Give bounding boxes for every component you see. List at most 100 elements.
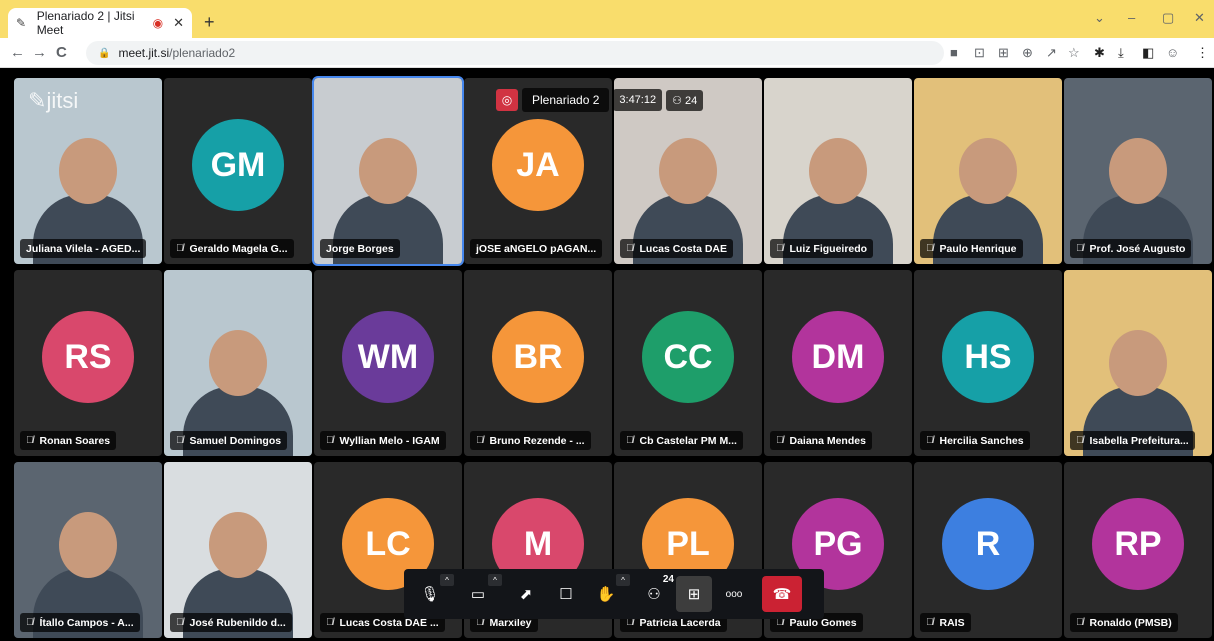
close-window-button[interactable]: ✕ [1194, 10, 1205, 26]
participant-tile[interactable]: 🎙̸ Isabella Prefeitura... [1064, 270, 1212, 456]
avatar: CC [642, 311, 734, 403]
audio-options-chevron-icon[interactable]: ^ [440, 574, 454, 586]
participant-name-label: 🎙̸ Luiz Figueiredo [770, 239, 874, 258]
camera-button[interactable]: ▭ ^ [460, 574, 502, 612]
participants-button[interactable]: ⚇ 24 [636, 574, 674, 612]
participants-icon: ⚇ [647, 586, 661, 603]
participant-tile[interactable]: R 🎙̸ RAIS [914, 462, 1062, 638]
camera-in-use-icon[interactable]: ■ [950, 45, 958, 60]
muted-mic-icon: 🎙̸ [176, 435, 184, 446]
profile-avatar-icon[interactable]: ☺ [1166, 45, 1179, 60]
tab-search-icon[interactable]: ⌄ [1094, 10, 1105, 26]
avatar: RS [42, 311, 134, 403]
muted-mic-icon: 🎙̸ [1076, 435, 1084, 446]
room-name: Plenariado 2 [522, 88, 610, 112]
new-tab-button[interactable]: + [204, 12, 215, 33]
muted-mic-icon: 🎙̸ [476, 435, 484, 446]
participant-name: Wyllian Melo - IGAM [339, 434, 440, 447]
participant-name: Ítallo Campos - A... [39, 616, 134, 629]
participant-name-label: 🎙̸ RAIS [920, 613, 971, 632]
url-domain: meet.jit.si [118, 46, 170, 60]
participant-name: Jorge Borges [326, 242, 394, 255]
participant-tile[interactable]: RP 🎙̸ Ronaldo (PMSB) [1064, 462, 1212, 638]
maximize-button[interactable]: ▢ [1162, 10, 1174, 26]
hangup-button[interactable]: ☎ [762, 576, 802, 612]
participant-tile[interactable]: RS 🎙̸ Ronan Soares [14, 270, 162, 456]
reload-button[interactable]: C [56, 44, 67, 61]
back-button[interactable]: ← [10, 44, 25, 61]
conference-info-bar: ◎ Plenariado 2 3:47:12 ⚇ 24 [496, 86, 704, 114]
extensions-icon[interactable]: ✱ [1094, 45, 1105, 61]
tab-title: Plenariado 2 | Jitsi Meet [36, 9, 135, 37]
minimize-button[interactable]: – [1128, 10, 1135, 25]
participant-tile[interactable]: DM 🎙̸ Daiana Mendes [764, 270, 912, 456]
reactions-chevron-icon[interactable]: ^ [616, 574, 630, 586]
forward-button[interactable]: → [32, 44, 47, 61]
address-bar[interactable]: 🔒 meet.jit.si/plenariado2 [86, 41, 944, 65]
participant-tile[interactable]: 🎙̸ Samuel Domingos [164, 270, 312, 456]
bookmark-star-icon[interactable]: ☆ [1068, 45, 1080, 61]
lock-icon: 🔒 [98, 47, 111, 59]
participant-name-label: 🎙̸ José Rubenildo d... [170, 613, 292, 632]
participant-tile[interactable]: 🎙̸ José Rubenildo d... [164, 462, 312, 638]
share-screen-icon: ⬈ [519, 586, 533, 603]
jitsi-favicon-icon: ✎ [16, 16, 27, 30]
avatar: DM [792, 311, 884, 403]
avatar: HS [942, 311, 1034, 403]
tile-view-button[interactable]: ⊞ [676, 576, 712, 612]
microphone-button[interactable]: 🎙 ^ [412, 574, 454, 612]
muted-mic-icon: 🎙̸ [626, 243, 634, 254]
participant-tile[interactable]: 🎙̸ Paulo Henrique [914, 78, 1062, 264]
participant-tile[interactable]: GM 🎙̸ Geraldo Magela G... [164, 78, 312, 264]
tile-view-icon: ⊞ [687, 586, 701, 603]
side-panel-icon[interactable]: ◧ [1142, 45, 1154, 61]
browser-menu-icon[interactable]: ⋮ [1196, 45, 1209, 61]
participant-name-label: 🎙̸ Geraldo Magela G... [170, 239, 294, 258]
chat-button[interactable]: ☐ [548, 576, 584, 612]
conference-timer: 3:47:12 [613, 89, 663, 111]
participant-video [914, 78, 1062, 264]
raise-hand-button[interactable]: ✋ ^ [588, 574, 630, 612]
more-button[interactable]: ooo [716, 576, 752, 612]
install-app-icon[interactable]: ⊡ [974, 45, 985, 61]
muted-mic-icon: 🎙̸ [926, 435, 934, 446]
zoom-icon[interactable]: ⊕ [1022, 45, 1033, 61]
participant-name-label: Jorge Borges [320, 239, 400, 258]
raise-hand-icon: ✋ [596, 586, 616, 603]
participant-tile[interactable]: 🎙̸ Prof. José Augusto [1064, 78, 1212, 264]
participant-tile[interactable]: CC 🎙̸ Cb Castelar PM M... [614, 270, 762, 456]
browser-tab[interactable]: ✎ Plenariado 2 | Jitsi Meet ◉ ✕ [8, 8, 192, 38]
globe-icon[interactable]: ◎ [496, 89, 518, 111]
participant-tile[interactable]: Jorge Borges [312, 76, 464, 266]
share-icon[interactable]: ↗ [1046, 45, 1057, 61]
muted-mic-icon: 🎙̸ [326, 617, 334, 628]
participant-tile[interactable]: WM 🎙̸ Wyllian Melo - IGAM [314, 270, 462, 456]
participant-tile[interactable]: 🎙̸ Ítallo Campos - A... [14, 462, 162, 638]
participant-name-label: 🎙̸ Ronan Soares [20, 431, 117, 450]
download-icon[interactable]: ⤓ [1118, 45, 1124, 61]
recording-indicator-icon: ◉ [152, 16, 164, 30]
share-screen-button[interactable]: ⬈ [508, 576, 544, 612]
participant-tile[interactable]: BR 🎙̸ Bruno Rezende - ... [464, 270, 612, 456]
participant-tile[interactable]: HS 🎙̸ Hercilia Sanches [914, 270, 1062, 456]
participant-tile[interactable]: 🎙̸ Luiz Figueiredo [764, 78, 912, 264]
participant-name: Isabella Prefeitura... [1089, 434, 1189, 447]
participant-count-value: 24 [685, 94, 698, 107]
participant-name: Ronaldo (PMSB) [1089, 616, 1172, 629]
participant-name: Juliana Vilela - AGED... [26, 242, 141, 255]
microphone-icon: 🎙 [420, 586, 440, 603]
close-tab-icon[interactable]: ✕ [173, 15, 184, 31]
browser-titlebar: ✎ Plenariado 2 | Jitsi Meet ◉ ✕ + ⌄ – ▢ … [0, 0, 1214, 38]
translate-icon[interactable]: ⊞ [998, 45, 1009, 61]
participant-name: Prof. José Augusto [1089, 242, 1186, 255]
participant-name: Cb Castelar PM M... [639, 434, 737, 447]
participant-name-label: Juliana Vilela - AGED... [20, 239, 147, 258]
participant-count[interactable]: ⚇ 24 [666, 89, 704, 111]
meeting-toolbar: 🎙 ^ ▭ ^ ⬈ ☐ ✋ ^ ⚇ 24 ⊞ ooo ☎ [404, 569, 824, 619]
avatar: GM [192, 119, 284, 211]
participant-name-label: 🎙̸ Ronaldo (PMSB) [1070, 613, 1178, 632]
video-options-chevron-icon[interactable]: ^ [488, 574, 502, 586]
more-icon: ooo [725, 588, 743, 600]
participant-name: RAIS [939, 616, 965, 629]
participant-video [164, 462, 312, 638]
